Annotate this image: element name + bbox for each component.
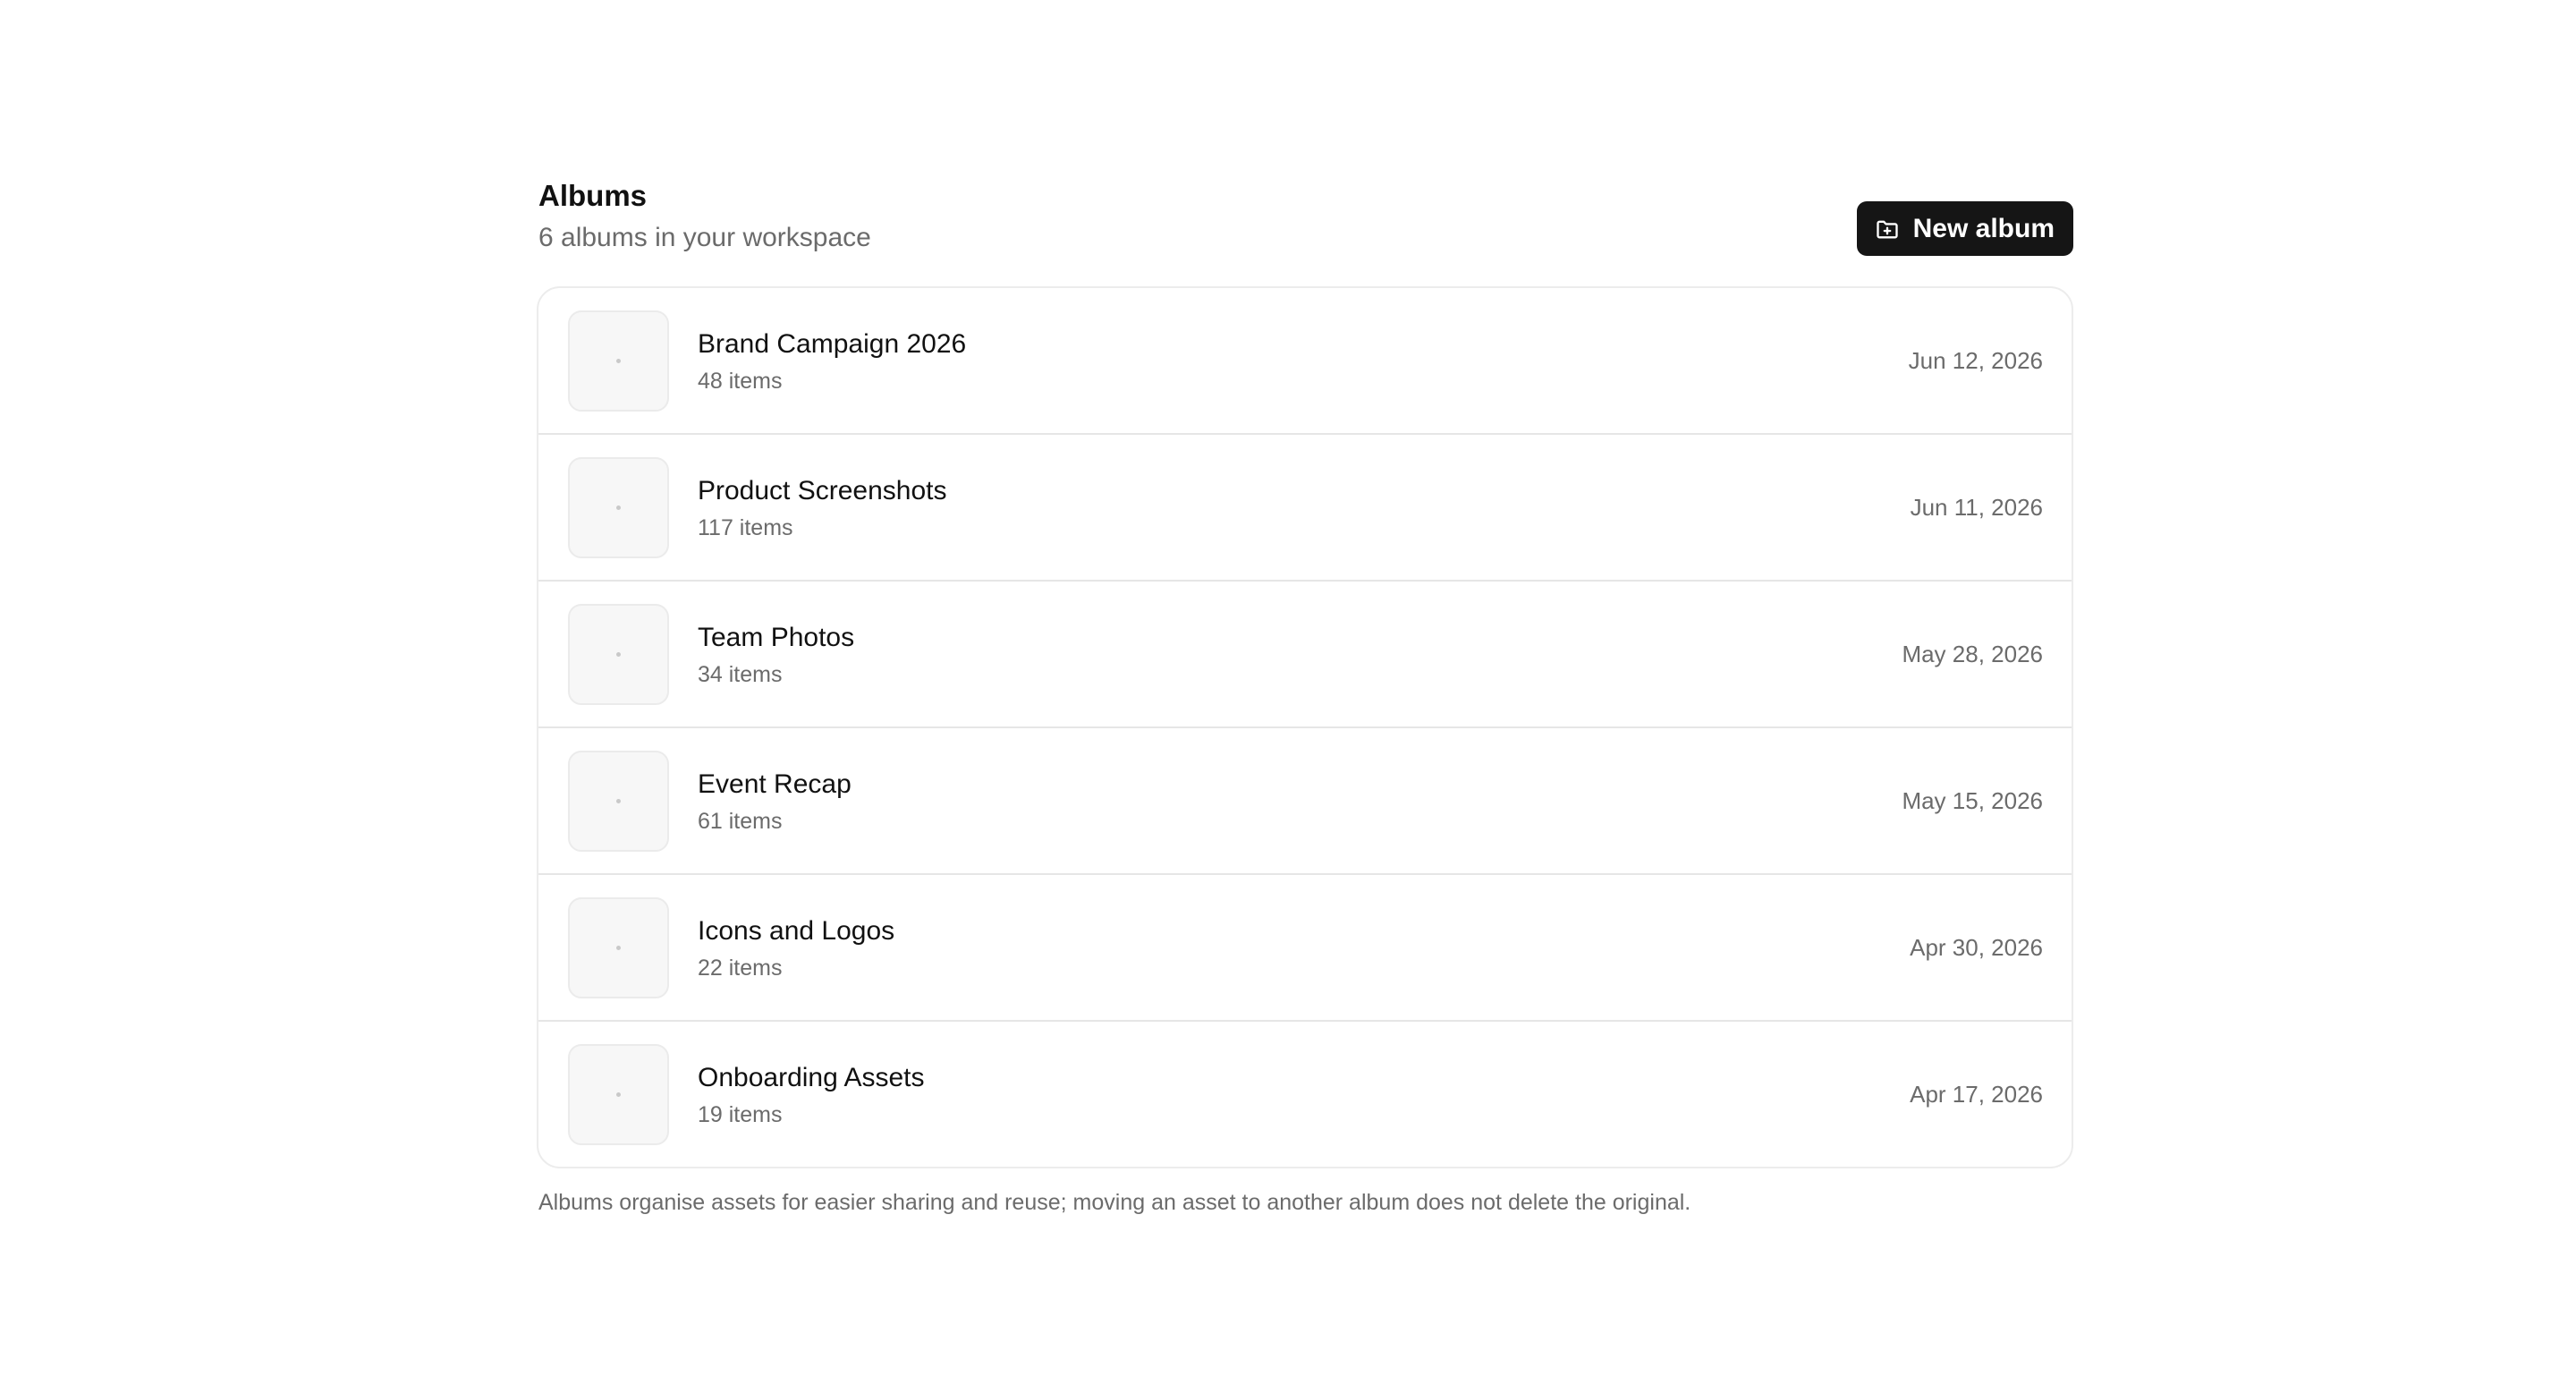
album-date: May 15, 2026 bbox=[1902, 787, 2043, 814]
album-thumbnail bbox=[568, 310, 669, 412]
album-date: Jun 12, 2026 bbox=[1908, 347, 2043, 374]
album-row[interactable]: Icons and Logos 22 items Apr 30, 2026 bbox=[538, 875, 2072, 1022]
thumbnail-placeholder-dot bbox=[616, 505, 621, 510]
album-name: Brand Campaign 2026 bbox=[698, 329, 967, 359]
albums-section: Albums 6 albums in your workspace New al… bbox=[537, 170, 2073, 1215]
page-title: Albums bbox=[538, 179, 648, 212]
new-album-button[interactable]: New album bbox=[1856, 201, 2073, 256]
album-item-count: 19 items bbox=[698, 1102, 783, 1127]
album-list: Brand Campaign 2026 48 items Jun 12, 202… bbox=[537, 286, 2073, 1168]
albums-header: Albums 6 albums in your workspace New al… bbox=[537, 170, 2073, 286]
album-row[interactable]: Team Photos 34 items May 28, 2026 bbox=[538, 582, 2072, 728]
thumbnail-placeholder-dot bbox=[616, 799, 621, 803]
thumbnail-placeholder-dot bbox=[616, 652, 621, 657]
album-name: Event Recap bbox=[698, 769, 852, 799]
folder-plus-icon bbox=[1875, 217, 1900, 242]
album-name: Team Photos bbox=[698, 623, 855, 652]
album-date: May 28, 2026 bbox=[1902, 641, 2043, 667]
page: Albums 6 albums in your workspace New al… bbox=[0, 0, 2576, 1376]
album-thumbnail bbox=[568, 457, 669, 558]
album-date: Apr 30, 2026 bbox=[1910, 934, 2043, 961]
album-thumbnail bbox=[568, 751, 669, 852]
album-date: Jun 11, 2026 bbox=[1910, 494, 2043, 521]
albums-footnote: Albums organise assets for easier sharin… bbox=[538, 1190, 1691, 1215]
thumbnail-placeholder-dot bbox=[616, 359, 621, 363]
album-row[interactable]: Product Screenshots 117 items Jun 11, 20… bbox=[538, 435, 2072, 582]
album-date: Apr 17, 2026 bbox=[1910, 1081, 2043, 1108]
album-name: Icons and Logos bbox=[698, 916, 895, 946]
album-item-count: 61 items bbox=[698, 809, 783, 834]
album-item-count: 117 items bbox=[698, 515, 793, 540]
albums-summary: 6 albums in your workspace bbox=[538, 223, 871, 252]
album-thumbnail bbox=[568, 897, 669, 998]
thumbnail-placeholder-dot bbox=[616, 946, 621, 950]
album-name: Product Screenshots bbox=[698, 476, 947, 505]
album-row[interactable]: Brand Campaign 2026 48 items Jun 12, 202… bbox=[538, 288, 2072, 435]
thumbnail-placeholder-dot bbox=[616, 1092, 621, 1097]
album-item-count: 22 items bbox=[698, 956, 783, 981]
album-item-count: 48 items bbox=[698, 369, 783, 394]
new-album-label: New album bbox=[1912, 213, 2055, 243]
album-item-count: 34 items bbox=[698, 662, 783, 687]
album-row[interactable]: Onboarding Assets 19 items Apr 17, 2026 bbox=[538, 1022, 2072, 1167]
album-row[interactable]: Event Recap 61 items May 15, 2026 bbox=[538, 728, 2072, 875]
album-name: Onboarding Assets bbox=[698, 1063, 925, 1092]
album-thumbnail bbox=[568, 1044, 669, 1145]
album-thumbnail bbox=[568, 604, 669, 705]
